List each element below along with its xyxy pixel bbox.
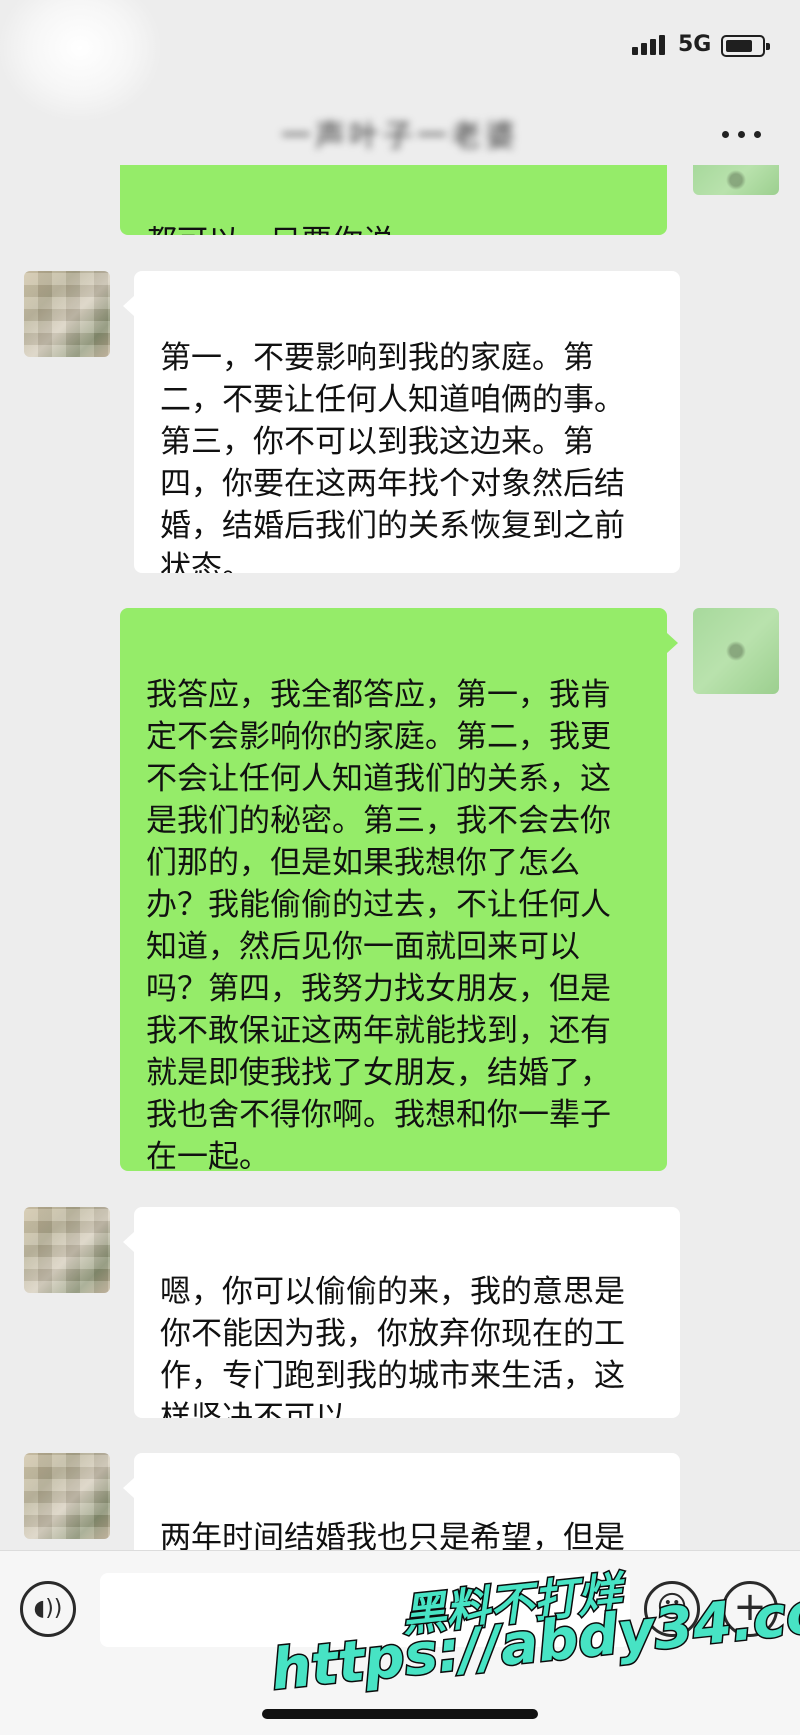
message-text: 两年时间结婚我也只是希望，但是 原则是你结婚后咱们的关系要断。 [160,1520,625,1550]
message-text: 我答应，我全都答应，第一，我肯 定不会影响你的家庭。第二，我更 不会让任何人知道… [146,677,611,1171]
message-bubble-received[interactable]: 第一，不要影响到我的家庭。第 二，不要让任何人知道咱俩的事。 第三，你不可以到我… [134,271,680,573]
chat-title: 一声叶子一老婆 [281,119,519,154]
message-bubble-received[interactable]: 两年时间结婚我也只是希望，但是 原则是你结婚后咱们的关系要断。 [134,1453,680,1550]
contact-avatar[interactable] [24,1453,110,1539]
contact-avatar[interactable] [24,271,110,357]
bubble-tail [123,296,134,316]
status-bar: 5G [0,0,800,120]
network-type: 5G [678,32,712,57]
voice-input-icon[interactable]: ◖)) [20,1581,76,1637]
my-avatar[interactable] [693,165,779,195]
bubble-tail [667,633,678,653]
battery-icon [721,35,770,57]
contact-avatar[interactable] [24,1207,110,1293]
message-bubble-sent[interactable]: 都可以，只要你说 [120,165,667,235]
home-indicator [262,1709,538,1719]
message-text: 都可以，只要你说 [146,224,394,235]
more-options-icon[interactable] [722,131,762,141]
message-text: 嗯，你可以偷偷的来，我的意思是 你不能因为我，你放弃你现在的工 作，专门跑到我的… [160,1274,625,1418]
bubble-tail [123,1478,134,1498]
message-bubble-sent[interactable]: 我答应，我全都答应，第一，我肯 定不会影响你的家庭。第二，我更 不会让任何人知道… [120,608,667,1171]
message-bubble-received[interactable]: 嗯，你可以偷偷的来，我的意思是 你不能因为我，你放弃你现在的工 作，专门跑到我的… [134,1207,680,1418]
my-avatar[interactable] [693,608,779,694]
signal-icon [632,33,672,55]
bubble-tail [123,1232,134,1252]
message-text: 第一，不要影响到我的家庭。第 二，不要让任何人知道咱俩的事。 第三，你不可以到我… [160,340,625,573]
